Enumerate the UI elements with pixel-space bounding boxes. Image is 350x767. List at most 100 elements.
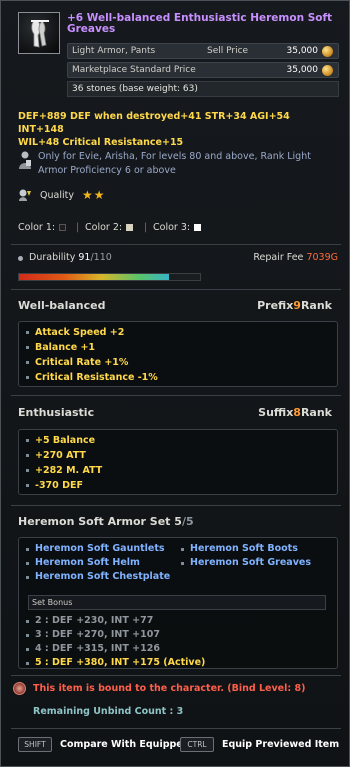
set-item: Heremon Soft Boots [190,543,298,554]
bullet [26,454,29,457]
tooltip-footer: SHIFT Compare With Equipped CTRL Equip P… [1,734,349,756]
color-3: Color 3: [153,222,202,233]
set-item: Heremon Soft Gauntlets [35,543,165,554]
set-item: Heremon Soft Chestplate [35,571,171,582]
divider [11,728,341,729]
divider [11,244,341,245]
prefix-rank: Prefix9Rank [257,299,332,312]
sell-price-value: 35,000 [286,46,319,56]
weight-info: 36 stones (base weight: 63) [67,81,339,97]
repair-fee: Repair Fee 7039G [253,252,338,263]
tooltip-header: +6 Well-balanced Enthusiastic Heremon So… [1,1,349,109]
bullet [26,376,29,379]
color-1: Color 1: [18,222,67,233]
durability-max: /110 [90,252,112,263]
set-item: Heremon Soft Greaves [190,557,311,568]
color-3-label: Color 3: [153,222,191,233]
restriction-line-1: Only for Evie, Arisha, For levels 80 and… [38,151,311,162]
greaves-icon [18,12,60,54]
item-name: +6 Well-balanced Enthusiastic Heremon So… [67,12,333,35]
divider [11,505,341,506]
prefix-line: Critical Rate +1% [35,357,129,368]
color-2-swatch [126,224,134,231]
color-2: Color 2: [85,222,134,233]
market-price-row: Marketplace Standard Price 35,000 [67,62,339,78]
unbind-count: Remaining Unbind Count : 3 [33,706,184,717]
set-panel: Heremon Soft Gauntlets Heremon Soft Helm… [18,537,338,669]
bullet [26,469,29,472]
set-title: Heremon Soft Armor Set 5/5 [18,515,194,528]
prefix-line: Attack Speed +2 [35,327,125,338]
repair-fee-unit: G [330,252,338,263]
quality-icon [19,189,31,201]
restriction-text: Only for Evie, Arisha, For levels 80 and… [38,150,338,178]
ctrl-key[interactable]: CTRL [180,737,214,752]
prefix-panel: Attack Speed +2 Balance +1 Critical Rate… [18,321,338,387]
suffix-line: +5 Balance [35,435,96,446]
shift-key[interactable]: SHIFT [18,737,52,752]
suffix-title: Enthusiastic [18,406,95,419]
market-price-label: Marketplace Standard Price [72,65,196,75]
durability-icon [18,256,23,261]
sell-price-label: Sell Price [207,46,249,56]
equip-preview-label: Equip Previewed Item [222,739,340,750]
price-row: Light Armor, Pants Sell Price 35,000 [67,43,339,59]
durability-current: 91 [78,252,91,263]
durability-label: Durability 91/110 [29,252,112,263]
repair-fee-value: 7039 [306,252,331,263]
suffix-line: +282 M. ATT [35,465,103,476]
stats-line-1: DEF+889 DEF when destroyed+41 STR+34 AGI… [18,111,290,135]
quality-stars: ★★ [82,188,106,202]
prefix-line: Balance +1 [35,342,96,353]
durability-bar-fill [19,274,169,280]
restriction-line-2: Armor Proficiency 6 or above [38,165,176,176]
suffix-rank: Suffix8Rank [258,406,332,419]
durability-bar [18,273,201,281]
set-item: Heremon Soft Helm [35,557,140,568]
set-bonus-line: 2 : DEF +230, INT +77 [35,615,154,626]
prefix-line: Critical Resistance -1% [35,372,158,383]
prefix-title: Well-balanced [18,299,106,312]
set-bonus-line: 3 : DEF +270, INT +107 [35,629,160,640]
bullet [26,634,29,637]
character-icon [19,151,31,169]
bullet [181,548,184,551]
coin-icon [322,65,333,76]
quality-row: Quality ★★ [18,188,218,204]
set-bonus-line-active: 5 : DEF +380, INT +175 (Active) [35,657,206,668]
coin-icon [322,46,333,57]
durability-row: Durability 91/110 Repair Fee 7039G [18,252,338,266]
bullet [26,620,29,623]
suffix-line: -370 DEF [35,480,83,491]
bullet [26,548,29,551]
quality-label: Quality [40,190,74,201]
market-price-value: 35,000 [286,65,319,75]
repair-fee-label: Repair Fee [253,252,304,263]
set-bonus-line: 4 : DEF +315, INT +126 [35,643,160,654]
bullet [26,484,29,487]
dye-colors: Color 1: | Color 2: | Color 3: [18,222,338,236]
bullet [26,562,29,565]
bound-icon [13,682,26,695]
bind-status: This item is bound to the character. (Bi… [13,680,343,698]
bullet [26,361,29,364]
suffix-panel: +5 Balance +270 ATT +282 M. ATT -370 DEF [18,429,338,495]
color-2-label: Color 2: [85,222,123,233]
stats-line-2: WIL+48 Critical Resistance+15 [18,137,184,148]
color-3-swatch [194,224,202,231]
bullet [181,562,184,565]
color-1-label: Color 1: [18,222,56,233]
bullet [26,439,29,442]
bullet [26,648,29,651]
bullet [26,331,29,334]
item-type: Light Armor, Pants [72,46,156,56]
item-tooltip: +6 Well-balanced Enthusiastic Heremon So… [0,0,350,767]
item-stats: DEF+889 DEF when destroyed+41 STR+34 AGI… [18,110,338,149]
equip-restriction: Only for Evie, Arisha, For levels 80 and… [18,149,338,179]
color-1-swatch [59,224,67,231]
set-count: 5 [174,515,182,528]
compare-equipped-label: Compare With Equipped [60,739,190,750]
divider [11,675,341,676]
bound-text: This item is bound to the character. (Bi… [33,683,306,694]
divider [11,395,341,396]
